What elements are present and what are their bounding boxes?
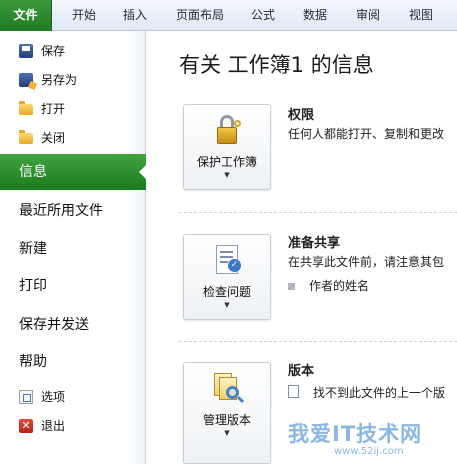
exit-icon: ✕ [19,419,33,433]
watermark: 我爱IT技术网 www.52ij.com [228,418,457,464]
nav-close-label: 关闭 [41,131,66,145]
versions-magnifier-icon [212,372,245,404]
nav-close[interactable]: 关闭 [0,124,146,152]
watermark-text: 我爱IT技术网 [288,422,423,446]
nav-exit[interactable]: ✕ 退出 [0,412,146,440]
nav-info-label: 信息 [19,164,47,180]
tab-view[interactable]: 视图 [399,0,443,31]
protect-workbook-label: 保护工作簿 [196,155,257,169]
nav-info[interactable]: 信息 [0,154,147,190]
nav-recent-label: 最近所用文件 [19,203,103,219]
ribbon-tab-bar: 文件 开始 插入 页面布局 公式 数据 审阅 视图 [0,0,457,31]
nav-help[interactable]: 帮助 [0,344,146,380]
section-divider [179,212,457,213]
nav-save-label: 保存 [41,44,66,58]
nav-options-label: 选项 [41,390,66,404]
tab-page-layout[interactable]: 页面布局 [166,0,234,31]
backstage-nav: 保存 另存为 打开 关闭 信息 最近所用文件 新建 打印 保存并发送 帮助 选项… [0,31,147,464]
page-title: 有关 工作簿1 的信息 [179,53,374,77]
open-folder-icon [19,101,33,115]
check-issues-label: 检查问题 [202,285,251,299]
permissions-heading: 权限 [288,108,315,123]
nav-save-as[interactable]: 另存为 [0,66,146,94]
protect-workbook-button[interactable]: 保护工作簿 ▼ [183,104,271,190]
close-folder-icon [19,130,33,144]
nav-exit-label: 退出 [41,419,66,433]
nav-save-and-send-label: 保存并发送 [19,317,89,333]
nav-open[interactable]: 打开 [0,95,146,123]
bullet-icon [288,283,295,290]
nav-print[interactable]: 打印 [0,268,146,304]
section-divider [179,341,457,342]
author-name-text: 作者的姓名 [309,279,370,293]
tab-file[interactable]: 文件 [0,0,52,31]
dropdown-arrow-icon: ▼ [224,301,230,309]
tab-review[interactable]: 审阅 [346,0,390,31]
lock-key-icon [212,114,244,146]
versions-heading: 版本 [288,364,315,379]
prepare-sharing-heading: 准备共享 [288,236,341,251]
tab-insert[interactable]: 插入 [112,0,158,31]
author-name-bullet: 作者的姓名 [288,277,369,294]
save-icon [19,44,33,58]
document-check-icon: ✓ [212,244,244,276]
nav-new[interactable]: 新建 [0,231,146,267]
permissions-description: 任何人都能打开、复制和更改 [288,127,445,141]
nav-save-as-label: 另存为 [41,73,78,87]
document-icon [288,385,299,398]
prepare-sharing-description: 在共享此文件前，请注意其包 [288,255,445,269]
tab-data[interactable]: 数据 [293,0,337,31]
info-pane: 有关 工作簿1 的信息 保护工作簿 ▼ 权限 任何人都能打开、复制和更改 ✓ 检… [147,31,457,464]
watermark-url: www.52ij.com [334,446,404,457]
nav-open-label: 打开 [41,102,66,116]
nav-options[interactable]: 选项 [0,383,146,411]
nav-new-label: 新建 [19,241,47,257]
check-issues-button[interactable]: ✓ 检查问题 ▼ [183,234,271,320]
nav-save[interactable]: 保存 [0,37,146,65]
nav-recent[interactable]: 最近所用文件 [0,193,146,229]
versions-note: 找不到此文件的上一个版 [313,386,446,400]
nav-print-label: 打印 [19,278,47,294]
nav-help-label: 帮助 [19,354,47,370]
dropdown-arrow-icon: ▼ [224,171,230,179]
tab-home[interactable]: 开始 [60,0,108,31]
tab-formulas[interactable]: 公式 [241,0,285,31]
save-as-icon [19,73,33,87]
nav-save-and-send[interactable]: 保存并发送 [0,307,146,343]
options-icon [19,390,33,404]
